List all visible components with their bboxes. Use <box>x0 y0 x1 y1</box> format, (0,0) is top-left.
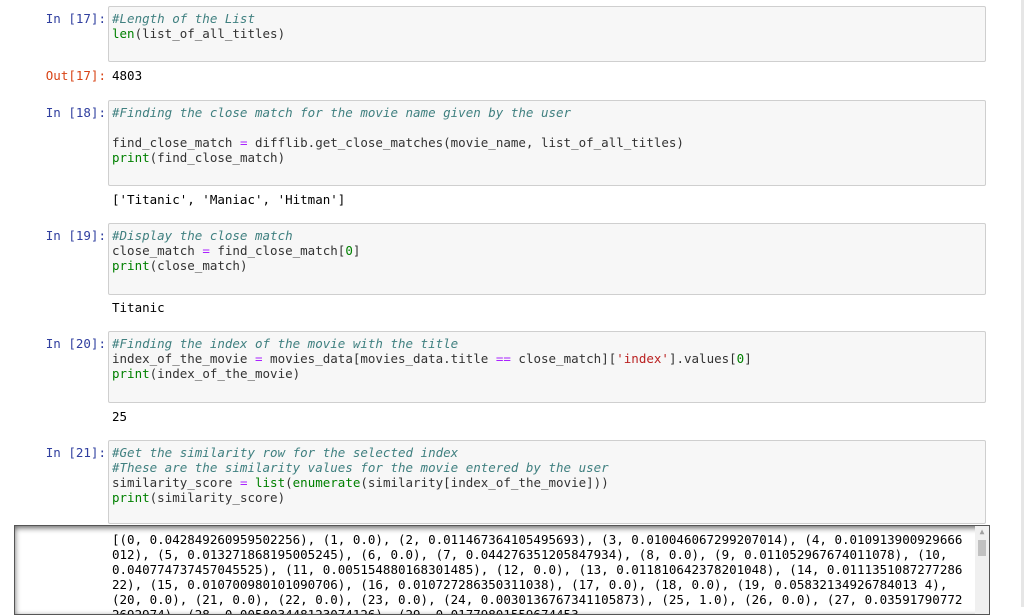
code-input[interactable]: #Finding the index of the movie with the… <box>108 331 986 403</box>
input-prompt: In [18]: <box>45 105 106 120</box>
code-token: find_close_match <box>112 135 240 150</box>
scroll-up-arrow-icon[interactable]: ▲ <box>977 528 987 536</box>
code-token: #Finding the close match for the movie n… <box>112 105 572 120</box>
input-prompt: In [21]: <box>45 445 106 460</box>
code-input[interactable]: #Length of the List len(list_of_all_title… <box>108 6 986 62</box>
code-line: similarity_score = list(enumerate(simila… <box>112 475 981 490</box>
code-line: print(similarity_score) <box>112 490 981 505</box>
code-token: = <box>255 351 263 366</box>
code-line: print(index_of_the_movie) <box>112 366 981 381</box>
code-token: == <box>495 351 511 366</box>
code-token: ] <box>744 351 752 366</box>
code-line: print(find_close_match) <box>112 150 981 165</box>
similarity-output: [(0, 0.042849260959502256), (1, 0.0), (2… <box>112 532 963 615</box>
code-token: len <box>112 26 135 41</box>
code-token: (similarity[index_of_the_movie])) <box>360 475 609 490</box>
code-token: #These are the similarity values for the… <box>112 460 609 475</box>
cell-output: 4803 <box>112 68 143 83</box>
code-line: #Finding the index of the movie with the… <box>112 336 981 351</box>
code-token: #Finding the index of the movie with the… <box>112 336 459 351</box>
code-token: print <box>112 150 150 165</box>
scrollable-output[interactable]: [(0, 0.042849260959502256), (1, 0.0), (2… <box>14 525 990 615</box>
code-line: #Get the similarity row for the selected… <box>112 445 981 460</box>
code-token: #Get the similarity row for the selected… <box>112 445 459 460</box>
code-token: #Display the close match <box>112 228 293 243</box>
code-line: #These are the similarity values for the… <box>112 460 981 475</box>
code-token: close_match][ <box>510 351 617 366</box>
vertical-scrollbar[interactable]: ▲ <box>975 526 989 614</box>
code-token: (similarity_score) <box>149 490 286 505</box>
code-token: (index_of_the_movie) <box>149 366 301 381</box>
code-token: (close_match) <box>149 258 248 273</box>
code-token: ( <box>285 475 293 490</box>
code-token: difflib.get_close_matches(movie_name, li… <box>247 135 684 150</box>
code-line: #Display the close match <box>112 228 981 243</box>
scroll-thumb[interactable] <box>978 540 986 556</box>
code-token: print <box>112 490 150 505</box>
code-line: index_of_the_movie = movies_data[movies_… <box>112 351 981 366</box>
output-prompt: Out[17]: <box>45 68 106 83</box>
code-input[interactable]: #Display the close match close_match = fi… <box>108 223 986 295</box>
cell-output: Titanic <box>112 300 165 315</box>
input-prompt: In [20]: <box>45 336 106 351</box>
input-prompt: In [17]: <box>45 11 106 26</box>
cell-output: ['Titanic', 'Maniac', 'Hitman'] <box>112 192 346 207</box>
code-line: #Length of the List <box>112 11 981 26</box>
code-token: list <box>255 475 286 490</box>
code-token: similarity_score <box>112 475 240 490</box>
code-token: 'index' <box>616 351 669 366</box>
code-token: #Length of the List <box>112 11 255 26</box>
code-token: enumerate <box>292 475 361 490</box>
code-line: #Finding the close match for the movie n… <box>112 105 981 120</box>
code-token: (list_of_all_titles) <box>134 26 286 41</box>
code-input[interactable]: #Finding the close match for the movie n… <box>108 100 986 186</box>
code-token: close_match <box>112 243 203 258</box>
code-line: print(close_match) <box>112 258 981 273</box>
code-token: find_close_match[ <box>209 243 346 258</box>
code-token: print <box>112 258 150 273</box>
code-token: 0 <box>345 243 353 258</box>
cell-output: 25 <box>112 409 128 424</box>
code-token: index_of_the_movie <box>112 351 255 366</box>
code-token: print <box>112 366 150 381</box>
code-token: ] <box>352 243 361 258</box>
input-prompt: In [19]: <box>45 228 106 243</box>
code-input[interactable]: #Get the similarity row for the selected… <box>108 440 986 524</box>
code-token: movies_data[movies_data.title <box>262 351 496 366</box>
code-line: find_close_match = difflib.get_close_mat… <box>112 135 981 150</box>
code-line: close_match = find_close_match[0] <box>112 243 981 258</box>
code-token: (find_close_match) <box>149 150 286 165</box>
code-token: ].values[ <box>668 351 737 366</box>
code-token: = <box>202 243 210 258</box>
code-line: len(list_of_all_titles) <box>112 26 981 41</box>
